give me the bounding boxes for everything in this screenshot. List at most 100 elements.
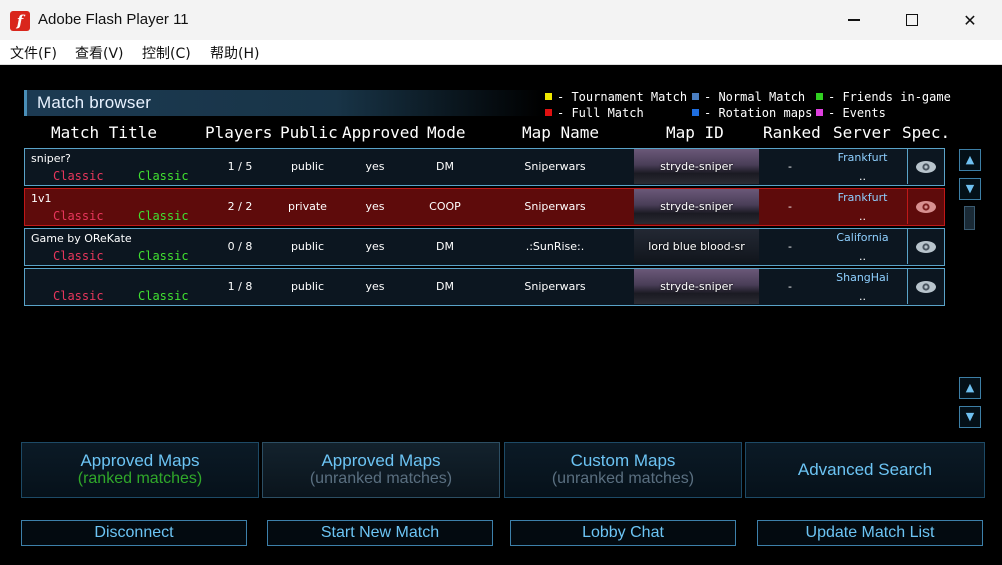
scrollbar-thumb[interactable] xyxy=(964,206,975,230)
lobby-chat-button[interactable]: Lobby Chat xyxy=(510,520,736,546)
scroll-down-button[interactable]: ▼ xyxy=(959,178,981,200)
match-players: 0 / 8 xyxy=(227,240,253,253)
menu-help[interactable]: 帮助(H) xyxy=(210,43,259,63)
column-map-id[interactable]: Map ID xyxy=(666,123,724,142)
tab-label: Advanced Search xyxy=(797,460,933,479)
match-title: Game by OReKate xyxy=(31,232,132,245)
legend-swatch xyxy=(816,93,823,100)
legend-swatch xyxy=(545,109,552,116)
update-match-list-button[interactable]: Update Match List xyxy=(757,520,983,546)
arrow-down-icon: ▼ xyxy=(965,410,975,423)
match-ranked: - xyxy=(788,280,792,293)
match-mode: DM xyxy=(436,240,454,253)
match-mode-a: Classic xyxy=(53,169,104,183)
match-server: ShangHai xyxy=(836,271,889,284)
tab-sublabel: (unranked matches) xyxy=(551,470,695,487)
legend-tournament: - Tournament Match xyxy=(545,90,687,104)
column-players[interactable]: Players xyxy=(205,123,272,142)
legend-label: - Events xyxy=(828,106,886,120)
page-up-button[interactable]: ▲ xyxy=(959,377,981,399)
column-server[interactable]: Server xyxy=(833,123,891,142)
match-server: Frankfurt xyxy=(837,191,888,204)
tab-label: Approved Maps xyxy=(321,451,441,470)
match-row[interactable]: Game by OReKate Classic Classic 0 / 8 pu… xyxy=(24,228,945,266)
match-public: private xyxy=(288,200,327,213)
match-server-sub: .. xyxy=(859,290,866,303)
scroll-up-button[interactable]: ▲ xyxy=(959,149,981,171)
match-map-id: stryde-sniper xyxy=(660,200,733,213)
match-map-id: stryde-sniper xyxy=(660,160,733,173)
close-button[interactable]: ✕ xyxy=(941,0,999,40)
window-title: Adobe Flash Player 11 xyxy=(38,11,189,28)
match-map-id: lord blue blood-sr xyxy=(648,240,745,253)
match-ranked: - xyxy=(788,240,792,253)
match-approved: yes xyxy=(365,200,385,213)
spectate-button[interactable] xyxy=(907,189,944,224)
match-map-name: .:SunRise:. xyxy=(525,240,585,253)
map-thumbnail: stryde-sniper xyxy=(634,149,759,184)
minimize-icon xyxy=(848,19,860,21)
match-server: Frankfurt xyxy=(837,151,888,164)
match-players: 1 / 5 xyxy=(227,160,253,173)
page-down-button[interactable]: ▼ xyxy=(959,406,981,428)
eye-icon xyxy=(916,280,936,293)
flash-player-icon: f xyxy=(10,11,30,31)
match-browser-title: Match browser xyxy=(37,93,152,112)
menu-control[interactable]: 控制(C) xyxy=(142,43,191,63)
match-public: public xyxy=(290,280,325,293)
match-row[interactable]: 1v1 Classic Classic 2 / 2 private yes CO… xyxy=(24,188,945,226)
column-spec[interactable]: Spec. xyxy=(902,123,950,142)
maximize-button[interactable] xyxy=(883,0,941,40)
match-title: sniper? xyxy=(31,152,71,165)
tab-label: Custom Maps xyxy=(570,451,676,470)
arrow-up-icon: ▲ xyxy=(965,381,975,394)
match-approved: yes xyxy=(365,280,385,293)
match-row[interactable]: Classic Classic 1 / 8 public yes DM Snip… xyxy=(24,268,945,306)
column-ranked[interactable]: Ranked xyxy=(763,123,821,142)
match-title: 1v1 xyxy=(31,192,52,205)
map-thumbnail: lord blue blood-sr xyxy=(634,229,759,264)
match-approved: yes xyxy=(365,160,385,173)
match-map-id: stryde-sniper xyxy=(660,280,733,293)
column-map-name[interactable]: Map Name xyxy=(522,123,599,142)
tab-custom-maps[interactable]: Custom Maps (unranked matches) xyxy=(504,442,742,498)
legend-rotation: - Rotation maps xyxy=(692,106,812,120)
spectate-button[interactable] xyxy=(907,229,944,264)
match-ranked: - xyxy=(788,160,792,173)
match-mode: DM xyxy=(436,280,454,293)
match-public: public xyxy=(290,240,325,253)
legend-swatch xyxy=(545,93,552,100)
legend-swatch xyxy=(692,93,699,100)
column-mode[interactable]: Mode xyxy=(427,123,466,142)
tab-sublabel: (ranked matches) xyxy=(77,470,203,487)
match-players: 1 / 8 xyxy=(227,280,253,293)
legend-normal: - Normal Match xyxy=(692,90,805,104)
match-public: public xyxy=(290,160,325,173)
eye-icon xyxy=(916,200,936,213)
legend-label: - Normal Match xyxy=(704,90,806,104)
match-mode-a: Classic xyxy=(53,249,104,263)
match-mode-a: Classic xyxy=(53,209,104,223)
match-mode-b: Classic xyxy=(138,209,189,223)
match-map-name: Sniperwars xyxy=(524,280,586,293)
column-public[interactable]: Public xyxy=(280,123,338,142)
column-approved[interactable]: Approved xyxy=(342,123,419,142)
tab-approved-unranked[interactable]: Approved Maps (unranked matches) xyxy=(262,442,500,498)
tab-label: Approved Maps xyxy=(80,451,200,470)
minimize-button[interactable] xyxy=(825,0,883,40)
match-mode: DM xyxy=(436,160,454,173)
close-icon: ✕ xyxy=(963,10,977,30)
menu-view[interactable]: 查看(V) xyxy=(75,43,124,63)
spectate-button[interactable] xyxy=(907,149,944,184)
match-row[interactable]: sniper? Classic Classic 1 / 5 public yes… xyxy=(24,148,945,186)
tab-approved-ranked[interactable]: Approved Maps (ranked matches) xyxy=(21,442,259,498)
eye-icon xyxy=(916,160,936,173)
menu-file[interactable]: 文件(F) xyxy=(10,43,57,63)
disconnect-button[interactable]: Disconnect xyxy=(21,520,247,546)
tab-advanced-search[interactable]: Advanced Search xyxy=(745,442,985,498)
match-mode-b: Classic xyxy=(138,249,189,263)
start-new-match-button[interactable]: Start New Match xyxy=(267,520,493,546)
column-match-title[interactable]: Match Title xyxy=(51,123,157,142)
arrow-down-icon: ▼ xyxy=(965,182,975,195)
spectate-button[interactable] xyxy=(907,269,944,304)
